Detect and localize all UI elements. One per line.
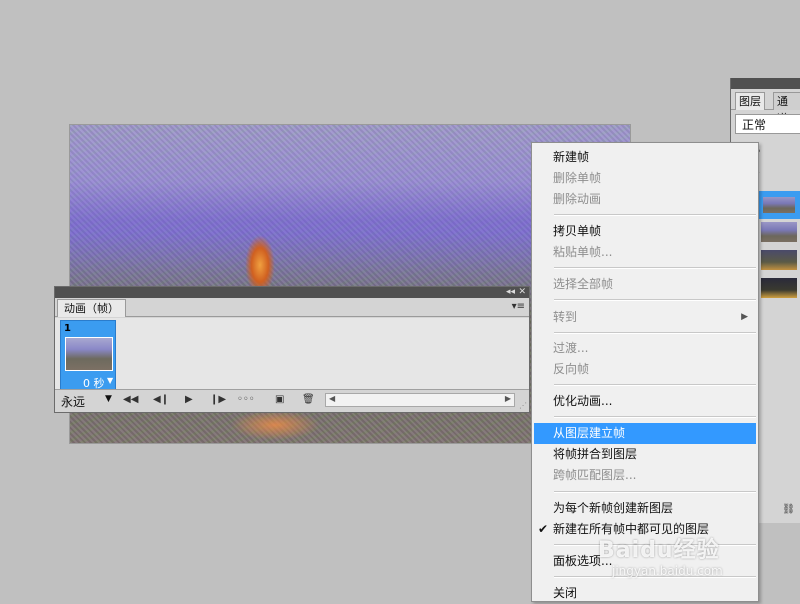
loop-options-select[interactable]: 永远 bbox=[61, 393, 85, 410]
menu-item-copy-frame[interactable]: 拷贝单帧 bbox=[534, 221, 756, 242]
menu-item-go-to[interactable]: 转到 ▶ bbox=[534, 307, 756, 328]
frame-number: 1 bbox=[64, 323, 71, 334]
animation-panel-tabrow: 动画（帧） ▾≡ bbox=[55, 298, 529, 317]
checkmark-icon: ✔ bbox=[538, 522, 549, 536]
menu-item-delete-animation[interactable]: 删除动画 bbox=[534, 189, 756, 210]
layers-panel-titlebar[interactable] bbox=[731, 78, 800, 89]
menu-item-make-frames-from-layers[interactable]: 从图层建立帧 bbox=[534, 423, 756, 444]
menu-item-optimize-animation[interactable]: 优化动画... bbox=[534, 391, 756, 412]
layer-thumbnail[interactable] bbox=[761, 195, 797, 215]
menu-item-new-frame[interactable]: 新建帧 bbox=[534, 147, 756, 168]
menu-item-select-all-frames[interactable]: 选择全部帧 bbox=[534, 274, 756, 295]
scroll-right-icon[interactable]: ▶ bbox=[505, 394, 511, 403]
menu-separator bbox=[554, 384, 756, 386]
layer-thumbnail[interactable] bbox=[761, 250, 797, 270]
menu-separator bbox=[554, 491, 756, 493]
layer-thumbnail[interactable] bbox=[761, 278, 797, 298]
submenu-arrow-icon: ▶ bbox=[741, 312, 748, 322]
chevron-down-icon[interactable]: ▼ bbox=[105, 394, 112, 404]
menu-item-go-to-label: 转到 bbox=[553, 310, 578, 324]
animation-panel: ◂◂ ✕ 动画（帧） ▾≡ 1 0 秒 ▼ 永远 ▼ ◀◀ ◀❙ ▶ ❙▶ ◦◦… bbox=[54, 286, 530, 413]
menu-separator bbox=[554, 416, 756, 418]
tab-layers[interactable]: 图层 bbox=[735, 92, 765, 110]
tab-animation-frames[interactable]: 动画（帧） bbox=[57, 299, 126, 317]
menu-separator bbox=[554, 332, 756, 334]
next-frame-icon[interactable]: ❙▶ bbox=[210, 394, 226, 405]
menu-item-tween[interactable]: 过渡... bbox=[534, 338, 756, 359]
menu-item-flatten-frames-into-layers[interactable]: 将帧拼合到图层 bbox=[534, 444, 756, 465]
watermark-brand: Baidu经验 bbox=[598, 538, 720, 563]
baidu-jingyan-watermark: Baidu经验 jingyan.baidu.com bbox=[598, 532, 768, 590]
watermark-url: jingyan.baidu.com bbox=[612, 564, 723, 578]
layers-panel-tabs: 图层 通道 bbox=[731, 89, 800, 125]
frame-item[interactable]: 1 0 秒 ▼ bbox=[60, 320, 116, 390]
menu-separator bbox=[554, 267, 756, 269]
menu-separator bbox=[554, 214, 756, 216]
menu-item-paste-frame[interactable]: 粘贴单帧... bbox=[534, 242, 756, 263]
first-frame-icon[interactable]: ◀◀ bbox=[123, 394, 138, 405]
canvas-light-glow-lower bbox=[230, 410, 320, 440]
close-icon[interactable]: ✕ bbox=[518, 287, 526, 298]
menu-item-reverse-frames[interactable]: 反向帧 bbox=[534, 359, 756, 380]
tab-channels[interactable]: 通道 bbox=[773, 92, 800, 125]
layer-thumbnail[interactable] bbox=[761, 222, 797, 242]
play-icon[interactable]: ▶ bbox=[185, 394, 193, 405]
previous-frame-icon[interactable]: ◀❙ bbox=[153, 394, 169, 405]
trash-icon[interactable]: 🗑 bbox=[302, 394, 315, 405]
blend-mode-select[interactable]: 正常 bbox=[735, 114, 800, 134]
animation-controls: 永远 ▼ ◀◀ ◀❙ ▶ ❙▶ ◦◦◦ ▣ 🗑 ◀ ▶ ⋰ bbox=[55, 389, 529, 412]
menu-item-delete-frame[interactable]: 删除单帧 bbox=[534, 168, 756, 189]
animation-panel-titlebar[interactable]: ◂◂ ✕ bbox=[55, 287, 529, 298]
frames-area: 1 0 秒 ▼ bbox=[55, 318, 529, 390]
frame-thumbnail bbox=[65, 337, 113, 371]
duplicate-frame-icon[interactable]: ▣ bbox=[275, 394, 284, 405]
resize-grip-icon[interactable]: ⋰ bbox=[519, 401, 527, 410]
chevron-down-icon[interactable]: ▼ bbox=[107, 376, 113, 385]
menu-item-create-new-layer-for-each-frame[interactable]: 为每个新帧创建新图层 bbox=[534, 498, 756, 519]
link-layers-icon[interactable]: ⛓ bbox=[782, 504, 795, 515]
menu-item-match-layer-across-frames[interactable]: 跨帧匹配图层... bbox=[534, 465, 756, 486]
double-chevron-left-icon[interactable]: ◂◂ bbox=[506, 287, 515, 298]
menu-separator bbox=[554, 299, 756, 301]
tween-icon[interactable]: ◦◦◦ bbox=[237, 394, 255, 405]
frames-scrollbar[interactable]: ◀ ▶ bbox=[325, 393, 515, 407]
panel-menu-icon[interactable]: ▾≡ bbox=[512, 301, 525, 312]
scroll-left-icon[interactable]: ◀ bbox=[329, 394, 335, 403]
